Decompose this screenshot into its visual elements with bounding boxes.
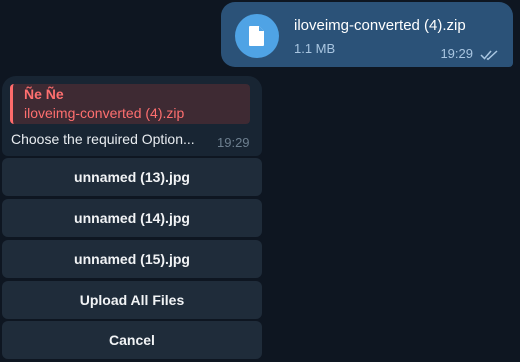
keyboard-button-unnamed-14[interactable]: unnamed (14).jpg xyxy=(2,199,262,237)
reply-preview[interactable]: Ñe Ñe iloveimg-converted (4).zip xyxy=(10,84,250,124)
upload-all-files-button[interactable]: Upload All Files xyxy=(2,281,262,319)
message-time: 19:29 xyxy=(440,46,473,61)
document-icon[interactable] xyxy=(235,14,279,58)
file-name: iloveimg-converted (4).zip xyxy=(294,17,466,34)
file-size: 1.1 MB xyxy=(294,41,336,56)
incoming-message: Ñe Ñe iloveimg-converted (4).zip Choose … xyxy=(2,76,262,156)
double-check-icon xyxy=(480,50,498,61)
cancel-button[interactable]: Cancel xyxy=(2,321,262,359)
reply-author: Ñe Ñe xyxy=(24,86,64,102)
keyboard-button-unnamed-13[interactable]: unnamed (13).jpg xyxy=(2,158,262,196)
message-text: Choose the required Option... xyxy=(11,131,195,147)
outgoing-file-message[interactable]: iloveimg-converted (4).zip 1.1 MB 19:29 xyxy=(221,2,513,67)
message-time: 19:29 xyxy=(217,135,250,150)
keyboard-button-unnamed-15[interactable]: unnamed (15).jpg xyxy=(2,240,262,278)
reply-text: iloveimg-converted (4).zip xyxy=(24,105,185,121)
